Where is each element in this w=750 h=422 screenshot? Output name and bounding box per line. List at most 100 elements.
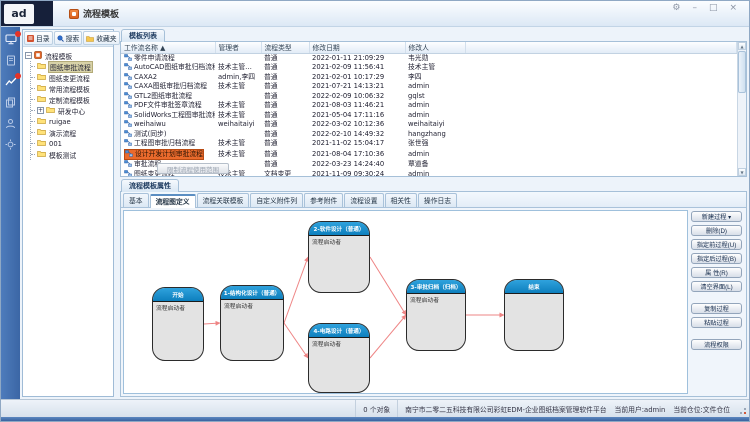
copy-icon[interactable] [4,97,17,108]
collapse-icon[interactable]: − [25,52,32,59]
flowchart-canvas[interactable]: 开始流程启动者 1-结构化设计（普通）流程启动者 2-软件设计（普通）流程启动者 4-… [123,210,688,394]
tree-item[interactable]: 常用流程模板 [31,83,112,94]
close-icon[interactable]: × [729,4,737,13]
settings-icon[interactable]: ⚙ [672,4,680,13]
template-table-panel: 工作流名称 ▲管理者流程类型修改日期修改人 零件申请流程普通2022-01-11… [120,41,747,177]
search-label: 搜索 [66,33,80,43]
table-row[interactable]: weihaiwuweihaitaiyi普通2022-03-02 10:12:36… [121,120,737,130]
table-cell: weihaiwu [121,120,215,130]
flow-button[interactable]: 删除(D) [691,225,742,236]
workflow-name: AutoCAD图纸审批归档流程 [124,63,212,73]
minimize-icon[interactable]: – [692,4,697,13]
tab-操作日志[interactable]: 操作日志 [418,193,457,207]
tree-item-label: 图纸变更流程 [48,73,91,83]
users-icon[interactable] [4,118,17,129]
scroll-down-icon[interactable]: ▼ [738,168,746,176]
tab-自定义附件列[interactable]: 自定义附件列 [250,193,303,207]
flow-node-n2[interactable]: 2-软件设计（普通）流程启动者 [308,221,370,293]
search-button[interactable]: 搜索 [54,31,83,45]
table-row[interactable]: CAXA图纸审批归档流程技术主管普通2021-07-21 14:13:21adm… [121,82,737,92]
tab-流程设置[interactable]: 流程设置 [344,193,383,207]
app-logo: ad [4,4,34,24]
table-row[interactable]: 设计开发计划审批流程技术主管普通2021-08-04 17:10:36admin [121,149,737,161]
table-cell [465,92,737,102]
catalog-button[interactable]: 目录 [24,31,53,45]
tab-流程图定义[interactable]: 流程图定义 [150,194,196,208]
gear-icon[interactable] [4,139,17,150]
template-table: 工作流名称 ▲管理者流程类型修改日期修改人 零件申请流程普通2022-01-11… [121,42,737,176]
workflow-icon [124,160,132,170]
tree-item[interactable]: 定制流程模板 [31,94,112,105]
root-icon [34,51,42,61]
table-row[interactable]: AutoCAD图纸审批归档流程技术主管…普通2021-02-09 11:56:4… [121,63,737,73]
flow-button[interactable]: 指定前过程(U) [691,239,742,250]
table-row[interactable]: GTL2图纸审批流程普通2022-02-09 10:06:32gqlst [121,92,737,102]
tab-参考附件[interactable]: 参考附件 [304,193,343,207]
tree-item[interactable]: 图纸变更流程 [31,72,112,83]
table-cell: 普通 [261,111,309,121]
flow-node-n1[interactable]: 1-结构化设计（普通）流程启动者 [220,285,284,361]
table-cell: 普通 [261,92,309,102]
table-row[interactable]: 零件申请流程普通2022-01-11 21:09:29韦光勋 [121,53,737,63]
flow-button[interactable]: 清空界面(L) [691,281,742,292]
table-row[interactable]: SolidWorks工程图审批流程技术主管普通2021-05-04 17:11:… [121,111,737,121]
tree-item[interactable]: 001 [31,138,112,149]
flow-node-start[interactable]: 开始流程启动者 [152,287,204,361]
flow-button[interactable]: 复制过程 [691,303,742,314]
scroll-up-icon[interactable]: ▲ [738,42,746,50]
table-cell: 2022-02-10 14:49:32 [309,130,405,140]
tree-root-item[interactable]: −流程模板 [25,50,112,61]
table-row[interactable]: 测试(同步)普通2022-02-10 14:49:32hangzhang [121,130,737,140]
restrict-scope-button[interactable]: 限制流程使用范围 [157,163,229,174]
tree-item[interactable]: +研发中心 [31,105,112,116]
tab-template-properties[interactable]: 流程模板属性 [121,179,179,192]
flow-button[interactable]: 新建过程 ▾ [691,211,742,222]
flow-node-n4[interactable]: 4-电路设计（普通）流程启动者 [308,323,370,393]
table-cell: AutoCAD图纸审批归档流程 [121,63,215,73]
tab-template-list[interactable]: 模板列表 [121,29,165,42]
tab-流程关联模板[interactable]: 流程关联模板 [197,193,250,207]
table-row[interactable]: PDF文件审批签章流程技术主管普通2021-08-03 11:46:21admi… [121,101,737,111]
flow-button[interactable]: 粘贴过程 [691,317,742,328]
table-cell: 2021-07-21 14:13:21 [309,82,405,92]
column-header[interactable]: 修改人 [405,42,465,53]
column-header[interactable]: 修改日期 [309,42,405,53]
desktop-icon[interactable] [4,34,17,45]
table-scrollbar[interactable]: ▲ ▼ [737,42,746,176]
resize-grip[interactable] [737,403,747,415]
column-filler [465,42,737,53]
flow-node-body: 流程启动者 [153,302,203,313]
workflow-name: CAXA图纸审批归档流程 [124,82,207,92]
flow-node-title: 4-电路设计（普通） [309,324,369,338]
tab-基本[interactable]: 基本 [123,193,149,207]
workflow-icon [124,101,132,111]
column-header[interactable]: 工作流名称 ▲ [121,42,215,53]
tree-item[interactable]: ruigae [31,116,112,127]
table-cell: 普通 [261,149,309,161]
expand-icon[interactable]: + [37,107,44,114]
tree-item-label: 演示流程 [48,128,77,138]
table-row[interactable]: 工程图审批归档流程技术主管普通2021-11-02 15:04:17张世强 [121,139,737,149]
column-header[interactable]: 流程类型 [261,42,309,53]
flow-node-n3[interactable]: 3-审批归档（归档）流程启动者 [406,279,466,351]
scrollbar-thumb[interactable] [738,51,746,93]
table-cell: CAXA2 [121,73,215,83]
folder-icon [37,62,46,71]
table-row[interactable]: CAXA2admin,李四普通2021-02-01 10:17:29李四 [121,73,737,83]
flow-button[interactable]: 属 性(R) [691,267,742,278]
document-icon[interactable] [4,55,17,66]
flow-node-end[interactable]: 结束 [504,279,564,351]
tree-item[interactable]: 演示流程 [31,127,112,138]
status-object-count: 0 个对象 [355,400,397,417]
column-header[interactable]: 管理者 [215,42,261,53]
flow-button[interactable]: 流程权限 [691,339,742,350]
chart-icon[interactable] [4,76,17,87]
maximize-icon[interactable]: □ [709,4,718,13]
tab-相关性[interactable]: 相关性 [385,193,417,207]
workflow-name: 测试(同步) [124,130,167,140]
flow-button[interactable]: 指定后过程(B) [691,253,742,264]
tree-item[interactable]: 模板测试 [31,149,112,160]
tree-item[interactable]: 图纸审批流程 [31,61,112,72]
table-cell [465,111,737,121]
folder-icon [37,139,46,148]
